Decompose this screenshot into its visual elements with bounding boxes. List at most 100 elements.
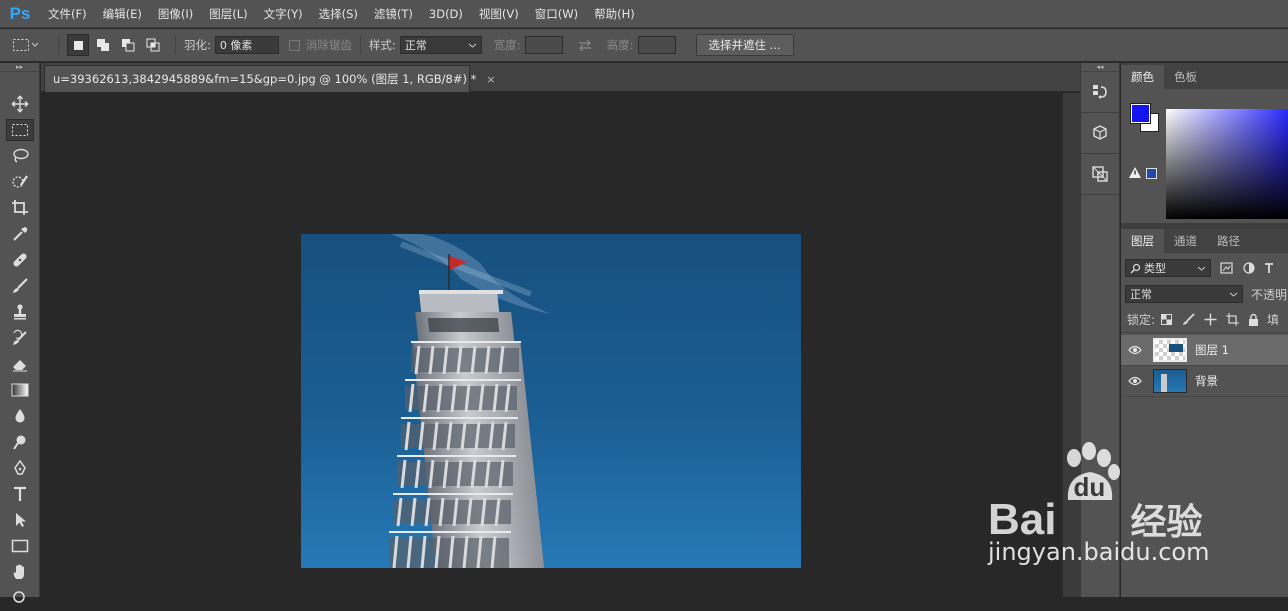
zoom-icon xyxy=(13,591,25,603)
marquee-tool[interactable] xyxy=(0,117,40,143)
select-and-mask-button[interactable]: 选择并遮住 ... xyxy=(695,34,794,56)
watermark-url: jingyan.baidu.com xyxy=(988,538,1210,566)
dodge-tool[interactable] xyxy=(0,429,40,455)
document-title: u=39362613,3842945889&fm=15&gp=0.jpg @ 1… xyxy=(53,72,477,86)
menu-type[interactable]: 文字(Y) xyxy=(256,6,311,22)
clone-stamp-tool[interactable] xyxy=(0,299,40,325)
filter-pixel-icon[interactable] xyxy=(1220,262,1233,274)
menu-window[interactable]: 窗口(W) xyxy=(527,6,586,22)
lock-all-icon[interactable] xyxy=(1248,313,1259,326)
layer-row-background[interactable]: 背景 xyxy=(1121,366,1288,397)
filter-adjustment-icon[interactable] xyxy=(1243,262,1255,274)
cube-icon xyxy=(1093,125,1107,140)
layers-panel: 类型 正常 不透明 锁定: 填 图层 1 背景 xyxy=(1121,255,1288,397)
drop-icon xyxy=(15,409,25,423)
collapse-dock-handle[interactable]: ◂◂ xyxy=(1081,63,1119,72)
hand-tool[interactable] xyxy=(0,559,40,585)
tab-paths[interactable]: 路径 xyxy=(1207,229,1250,253)
move-tool[interactable] xyxy=(0,91,40,117)
healing-brush-tool[interactable] xyxy=(0,247,40,273)
dock-group-2 xyxy=(1081,113,1119,154)
properties-icon xyxy=(1092,166,1108,182)
close-icon[interactable]: × xyxy=(486,73,495,86)
new-selection-button[interactable] xyxy=(67,34,89,56)
style-label: 样式: xyxy=(368,38,396,52)
width-input[interactable] xyxy=(524,36,563,54)
thumbnail-content xyxy=(1169,344,1183,352)
watermark-logo-du: du xyxy=(1073,472,1106,502)
menu-help[interactable]: 帮助(H) xyxy=(586,6,643,22)
eraser-icon xyxy=(13,360,27,372)
lock-transparent-icon[interactable] xyxy=(1161,314,1173,325)
lock-position-icon[interactable] xyxy=(1204,313,1217,326)
web-safe-color-swatch[interactable] xyxy=(1146,168,1157,179)
swap-dimensions-icon[interactable] xyxy=(577,39,593,51)
layer-filter-select[interactable]: 类型 xyxy=(1125,259,1211,277)
brush-tool[interactable] xyxy=(0,273,40,299)
lock-artboard-icon[interactable] xyxy=(1226,313,1240,326)
blend-mode-value: 正常 xyxy=(1130,288,1152,301)
layer-row-layer1[interactable]: 图层 1 xyxy=(1121,335,1288,366)
tab-layers[interactable]: 图层 xyxy=(1121,229,1164,253)
collapse-toolbar-handle[interactable]: ▸▸ xyxy=(0,63,39,72)
rectangle-tool[interactable] xyxy=(0,533,40,559)
blend-mode-select[interactable]: 正常 xyxy=(1125,285,1243,303)
feather-input[interactable]: 0 像素 xyxy=(214,36,279,54)
zoom-tool[interactable] xyxy=(0,585,40,611)
search-icon xyxy=(1130,263,1141,273)
color-field[interactable] xyxy=(1166,109,1288,219)
history-panel-button[interactable] xyxy=(1081,76,1119,108)
gradient-tool[interactable] xyxy=(0,377,40,403)
eyedropper-icon xyxy=(13,227,28,241)
eyedropper-tool[interactable] xyxy=(0,221,40,247)
menu-view[interactable]: 视图(V) xyxy=(471,6,527,22)
intersect-selection-button[interactable] xyxy=(142,34,164,56)
tab-channels[interactable]: 通道 xyxy=(1164,229,1207,253)
chevron-down-icon xyxy=(31,42,39,47)
tab-color[interactable]: 颜色 xyxy=(1121,65,1164,89)
document-tab[interactable]: u=39362613,3842945889&fm=15&gp=0.jpg @ 1… xyxy=(44,65,496,92)
blur-tool[interactable] xyxy=(0,403,40,429)
tool-preset-picker[interactable] xyxy=(12,38,50,52)
path-selection-tool[interactable] xyxy=(0,507,40,533)
lasso-icon xyxy=(13,148,29,163)
history-brush-tool[interactable] xyxy=(0,325,40,351)
menu-select[interactable]: 选择(S) xyxy=(311,6,366,22)
intersect-selection-icon xyxy=(146,38,160,52)
lasso-tool[interactable] xyxy=(0,143,40,169)
crop-icon xyxy=(12,200,28,215)
rect-marquee-icon xyxy=(12,124,28,136)
type-tool[interactable] xyxy=(0,481,40,507)
document-image[interactable] xyxy=(301,234,801,568)
quick-select-tool[interactable] xyxy=(0,169,40,195)
tab-swatches[interactable]: 色板 xyxy=(1164,65,1207,89)
crop-tool[interactable] xyxy=(0,195,40,221)
filter-type-icon[interactable] xyxy=(1264,262,1274,274)
foreground-color-swatch[interactable] xyxy=(1130,103,1151,124)
gamut-warning-icon[interactable] xyxy=(1129,167,1141,178)
type-icon xyxy=(14,486,26,501)
filter-kind-value: 类型 xyxy=(1144,262,1166,275)
style-select[interactable]: 正常 xyxy=(399,36,482,54)
menu-filter[interactable]: 滤镜(T) xyxy=(366,6,421,22)
photoshop-logo: Ps xyxy=(9,3,31,23)
chevron-down-icon xyxy=(1229,292,1238,297)
antialias-checkbox[interactable] xyxy=(288,39,300,51)
subtract-selection-button[interactable] xyxy=(117,34,139,56)
menu-image[interactable]: 图像(I) xyxy=(150,6,201,22)
menu-layer[interactable]: 图层(L) xyxy=(201,6,255,22)
height-input[interactable] xyxy=(637,36,676,54)
visibility-toggle[interactable] xyxy=(1121,345,1149,355)
menu-file[interactable]: 文件(F) xyxy=(40,6,95,22)
properties-panel-button[interactable] xyxy=(1081,158,1119,190)
color-panel-tabs: 颜色 色板 xyxy=(1121,65,1288,89)
eraser-tool[interactable] xyxy=(0,351,40,377)
lock-label: 锁定: xyxy=(1127,313,1156,327)
lock-pixels-icon[interactable] xyxy=(1182,313,1195,326)
pen-tool[interactable] xyxy=(0,455,40,481)
menu-edit[interactable]: 编辑(E) xyxy=(95,6,150,22)
visibility-toggle[interactable] xyxy=(1121,376,1149,386)
menu-3d[interactable]: 3D(D) xyxy=(421,7,471,21)
3d-panel-button[interactable] xyxy=(1081,117,1119,149)
add-selection-button[interactable] xyxy=(92,34,114,56)
